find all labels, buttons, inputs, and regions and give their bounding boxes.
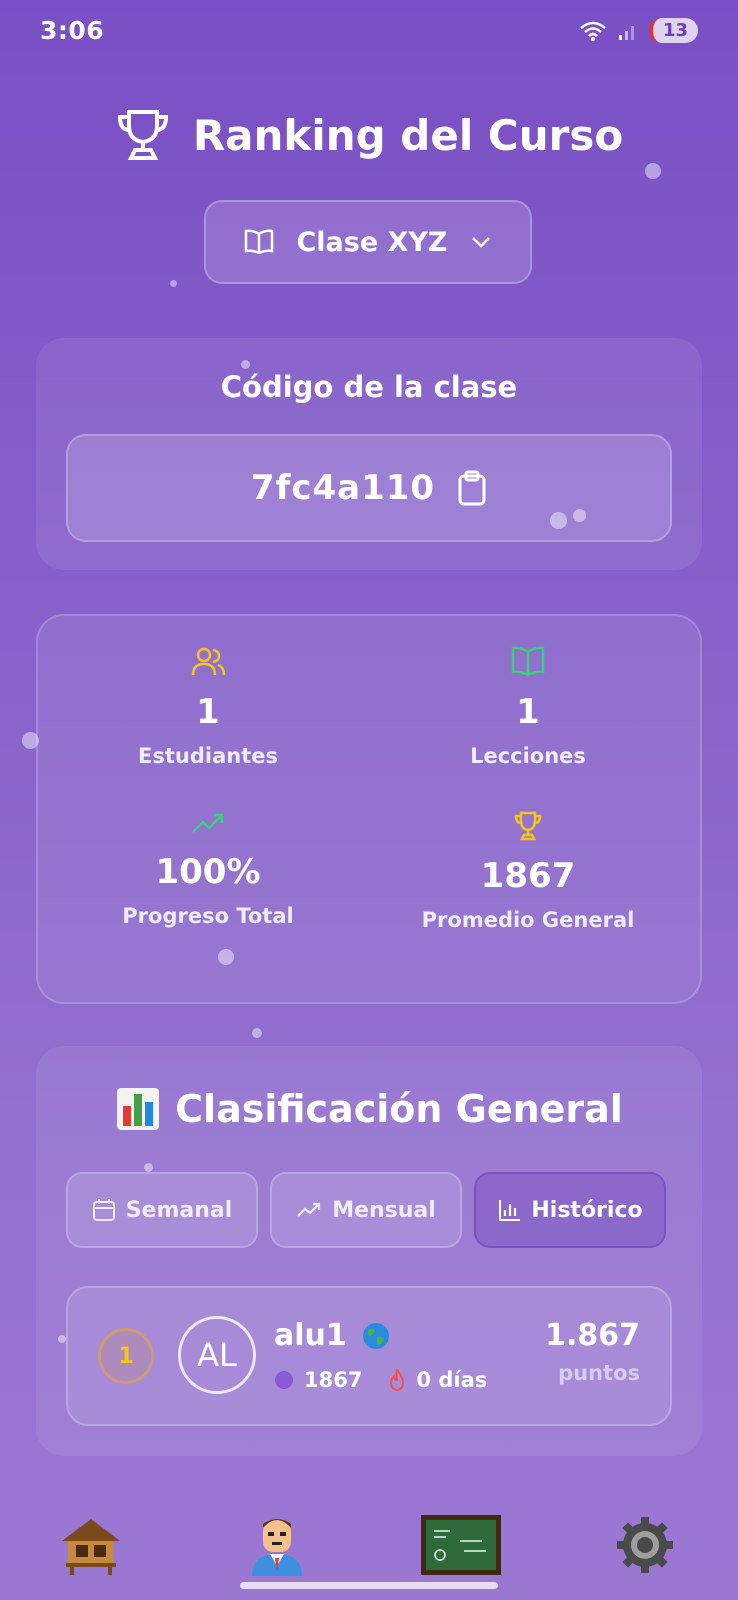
users-icon [191,647,226,676]
tab-weekly-label: Semanal [125,1197,233,1223]
student-xp-value: 1867 [304,1368,363,1392]
notification-count-badge: 13 [648,18,698,43]
stat-average: 1867 Promedio General [368,810,688,932]
nav-profile[interactable] [242,1510,312,1580]
status-time: 3:06 [40,16,105,45]
class-selector-dropdown[interactable]: Clase XYZ [204,200,532,284]
class-code-heading: Código de la clase [220,370,518,404]
stat-students-value: 1 [196,692,220,732]
rank-position-badge: 1 [98,1328,154,1384]
tab-monthly-label: Mensual [332,1197,436,1223]
page-title: Ranking del Curso [0,108,738,162]
status-icons: 13 [579,18,698,43]
stat-progress-value: 100% [155,852,261,892]
book-icon [245,229,274,255]
decorative-bubble [252,1028,262,1038]
profile-icon [252,1519,302,1576]
stat-progress-label: Progreso Total [122,904,294,928]
nav-settings[interactable] [610,1510,680,1580]
student-points-unit: puntos [558,1361,640,1385]
open-book-icon [511,646,545,677]
student-streak: 0 días [388,1368,487,1392]
ranking-entry[interactable]: 1 AL alu1 1867 0 días 1.867 puntos [66,1286,672,1426]
settings-icon [617,1517,673,1573]
bar-chart-icon [499,1200,521,1221]
stat-progress: 100% Progreso Total [48,810,368,928]
stat-lessons: 1 Lecciones [368,646,688,768]
signal-icon [618,25,634,40]
home-icon [62,1519,120,1575]
trending-up-icon [192,813,224,833]
nav-classroom[interactable] [420,1510,502,1580]
xp-gem-icon [275,1371,293,1389]
stat-students: 1 Estudiantes [48,646,368,768]
home-indicator[interactable] [240,1582,498,1589]
flame-icon [390,1369,405,1391]
calendar-icon [92,1199,115,1221]
classroom-icon [421,1515,501,1575]
student-name-text: alu1 [274,1318,347,1353]
student-name: alu1 [274,1318,391,1353]
tab-historic[interactable]: Histórico [474,1172,666,1248]
page-title-text: Ranking del Curso [192,110,624,160]
bar-chart-emoji-icon [117,1088,160,1130]
trophy-icon [117,110,168,160]
stat-lessons-value: 1 [516,692,540,732]
decorative-bubble [645,163,661,179]
course-stats-card: 1 Estudiantes 1 Lecciones 100% Progreso … [36,614,702,1004]
nav-home[interactable] [56,1510,126,1580]
trophy-icon [514,811,542,841]
student-points: 1.867 puntos [545,1318,640,1385]
chevron-down-icon [471,237,490,248]
stat-average-value: 1867 [480,856,576,896]
stat-students-label: Estudiantes [138,744,278,768]
class-code-value: 7fc4a110 [250,468,436,508]
tab-weekly[interactable]: Semanal [66,1172,258,1248]
ranking-card: Clasificación General Semanal Mensual Hi… [36,1046,702,1456]
tab-historic-label: Histórico [531,1197,643,1223]
stat-lessons-label: Lecciones [470,744,586,768]
globe-emoji-icon [362,1322,389,1349]
clipboard-icon[interactable] [457,470,487,506]
selected-class-label: Clase XYZ [296,226,448,258]
wifi-icon [580,21,606,41]
ranking-heading-text: Clasificación General [175,1087,623,1131]
class-code-box[interactable]: 7fc4a110 [66,434,672,542]
avatar: AL [178,1316,256,1394]
trending-up-icon [297,1202,321,1217]
student-points-value: 1.867 [545,1318,640,1353]
student-meta: 1867 0 días [274,1368,487,1392]
student-xp: 1867 [274,1368,362,1392]
class-code-card: Código de la clase 7fc4a110 [36,338,702,570]
ranking-heading: Clasificación General [36,1086,702,1132]
student-streak-value: 0 días [416,1368,488,1392]
tab-monthly[interactable]: Mensual [270,1172,462,1248]
stat-average-label: Promedio General [421,908,635,932]
decorative-bubble [170,280,177,287]
